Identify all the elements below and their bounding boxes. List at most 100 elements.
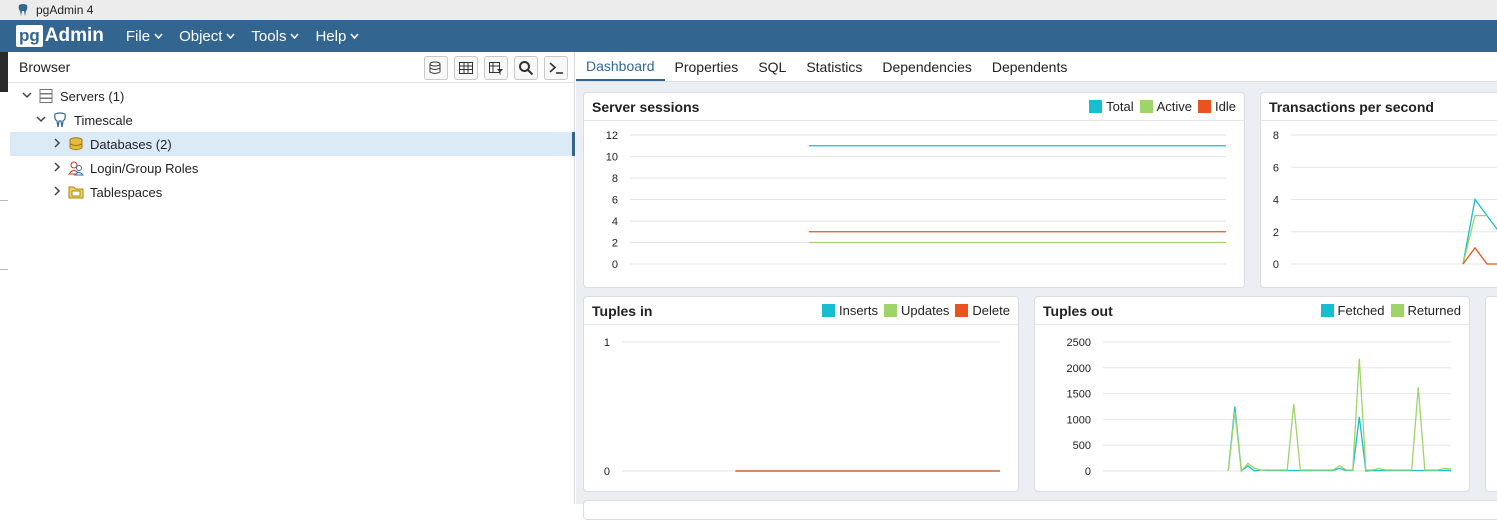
tree-node-label: Tablespaces: [90, 184, 163, 200]
legend-item: Idle: [1198, 99, 1236, 114]
browser-title: Browser: [19, 59, 71, 75]
tab-dependents[interactable]: Dependents: [982, 52, 1078, 81]
menu-file-label: File: [125, 27, 151, 45]
chevron-right-icon[interactable]: [50, 185, 64, 199]
menu-object[interactable]: Object: [179, 28, 236, 45]
legend-label: Updates: [901, 303, 950, 318]
logo-admin: Admin: [44, 25, 104, 46]
legend-label: Returned: [1407, 303, 1461, 318]
tree-node-login-group-roles[interactable]: Login/Group Roles: [0, 156, 575, 180]
y-tick-label: 12: [606, 130, 618, 142]
legend-label: Delete: [972, 303, 1010, 318]
chart-legend: Inserts Updates Delete: [816, 303, 1010, 318]
card-title: Server sessions: [592, 98, 700, 115]
table-filter-icon: [489, 62, 503, 75]
y-tick-label: 0: [604, 466, 610, 478]
y-tick-label: 2: [1273, 227, 1279, 239]
tab-sql[interactable]: SQL: [748, 52, 796, 81]
series-line-returned: [1227, 358, 1452, 473]
legend-item: Active: [1139, 99, 1193, 114]
card-header: Transactions per second: [1261, 93, 1497, 121]
filtered-rows-button[interactable]: [484, 56, 508, 80]
browser-toolbar: [424, 56, 568, 80]
terminal-icon: [549, 62, 563, 74]
card-title: Tuples out: [1043, 302, 1113, 319]
chevron-down-icon[interactable]: [34, 114, 48, 126]
window-title: pgAdmin 4: [36, 3, 94, 17]
card-header: Tuples in Inserts Updates Delete: [584, 297, 1018, 325]
tree-node-label: Timescale: [74, 112, 133, 128]
psql-tool-button[interactable]: [544, 56, 568, 80]
tab-properties[interactable]: Properties: [665, 52, 749, 81]
series-line-commits: [1462, 214, 1487, 265]
menu-tools[interactable]: Tools: [251, 27, 300, 45]
tree-node-servers[interactable]: Servers (1): [0, 84, 575, 108]
tree-node-tablespaces[interactable]: Tablespaces: [0, 180, 575, 204]
tab-statistics[interactable]: Statistics: [796, 52, 872, 81]
series-line-rollbacks: [1462, 246, 1497, 265]
legend-label: Inserts: [838, 303, 878, 318]
legend-swatch: [1320, 304, 1334, 317]
legend-item: Fetched: [1320, 303, 1385, 318]
bottom-card: [583, 500, 1497, 520]
pgadmin-logo[interactable]: pg Admin: [16, 25, 104, 47]
y-tick-label: 1000: [1067, 414, 1091, 426]
tree-node-timescale[interactable]: Timescale: [0, 108, 575, 132]
menu-help[interactable]: Help: [315, 28, 359, 45]
y-tick-label: 8: [1273, 130, 1279, 142]
legend-item: Returned: [1390, 303, 1461, 318]
tree-node-label: Login/Group Roles: [90, 160, 199, 176]
chevron-right-icon[interactable]: [50, 161, 64, 175]
elephant-icon: [52, 112, 68, 128]
card-title: Tuples in: [592, 302, 653, 319]
legend-swatch: [1198, 100, 1212, 113]
menu-help-label: Help: [315, 27, 347, 45]
database-query-icon: [429, 61, 441, 74]
chevron-down-icon: [154, 31, 163, 42]
table-icon: [459, 62, 473, 74]
legend-swatch: [821, 304, 835, 317]
query-tool-button[interactable]: [424, 56, 448, 80]
view-data-button[interactable]: [454, 56, 478, 80]
servers-icon: [38, 89, 54, 103]
search-icon: [519, 61, 534, 76]
legend-swatch: [955, 304, 969, 317]
tablespaces-icon: [68, 185, 84, 199]
legend-item: Inserts: [821, 303, 878, 318]
tuples-in-card: Tuples in Inserts Updates Delete 01: [583, 296, 1019, 492]
menu-file[interactable]: File: [126, 28, 163, 45]
search-objects-button[interactable]: [514, 56, 538, 80]
chevron-down-icon: [290, 31, 300, 42]
tab-dashboard[interactable]: Dashboard: [576, 52, 665, 81]
card-title: Transactions per second: [1269, 98, 1434, 115]
menu-tools-label: Tools: [251, 27, 287, 45]
browser-panel: Browser Servers (1) Timescale Databases …: [0, 52, 575, 504]
window-titlebar: pgAdmin 4: [0, 0, 1497, 20]
browser-header: Browser: [0, 52, 574, 83]
y-tick-label: 4: [1273, 195, 1279, 207]
tab-dependencies[interactable]: Dependencies: [872, 52, 982, 81]
y-tick-label: 8: [612, 173, 618, 185]
logo-pg: pg: [16, 25, 43, 47]
legend-item: Total: [1089, 99, 1134, 114]
legend-label: Total: [1106, 99, 1134, 114]
tree-node-databases[interactable]: Databases (2): [10, 132, 575, 156]
roles-icon: [68, 161, 84, 176]
y-tick-label: 0: [612, 259, 618, 271]
dashboard-area: Dashboard Properties SQL Statistics Depe…: [576, 52, 1497, 520]
chevron-down-icon[interactable]: [20, 90, 34, 102]
pgadmin-elephant-icon: [16, 3, 30, 17]
chart-legend: Total Active Idle: [1083, 99, 1236, 114]
legend-swatch: [884, 304, 897, 317]
y-tick-label: 1500: [1067, 389, 1091, 401]
chevron-down-icon: [350, 31, 359, 42]
chevron-right-icon[interactable]: [50, 137, 64, 151]
legend-item: Delete: [955, 303, 1010, 318]
transactions-card: Transactions per second 0 2 4 6 8: [1260, 92, 1497, 288]
legend-label: Fetched: [1337, 303, 1385, 318]
chart-legend: Fetched Returned: [1315, 303, 1461, 318]
background-window-edge: [0, 200, 8, 270]
tuples-out-chart: 0 500 1000 1500 2000 2500: [1067, 337, 1452, 478]
y-tick-label: 2500: [1067, 337, 1091, 349]
legend-label: Active: [1156, 99, 1193, 114]
